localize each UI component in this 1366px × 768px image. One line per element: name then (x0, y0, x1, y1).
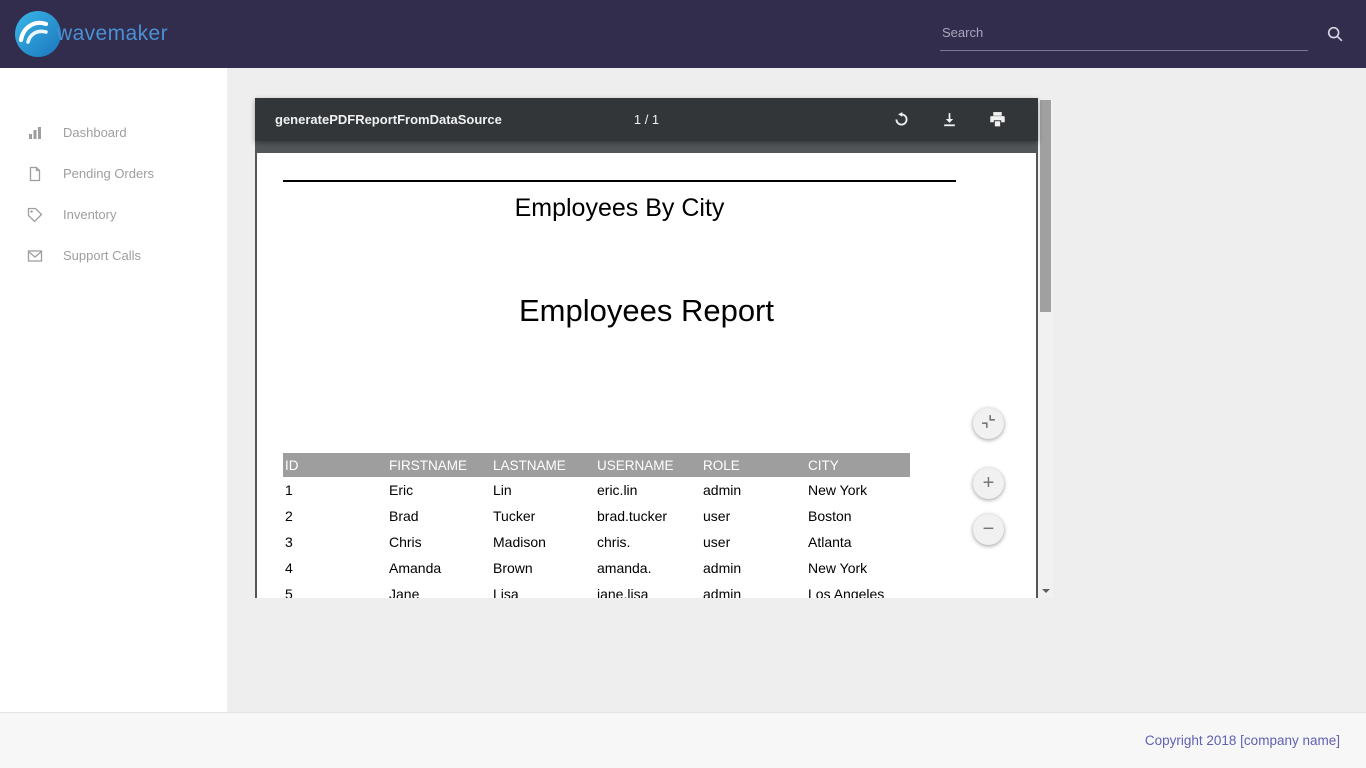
column-header: USERNAME (595, 453, 701, 477)
table-cell: user (701, 529, 806, 555)
table-cell: chris. (595, 529, 701, 555)
table-cell: user (701, 503, 806, 529)
table-cell: Eric (387, 477, 491, 503)
table-cell: admin (701, 555, 806, 581)
column-header: ID (283, 453, 387, 477)
brand: wavemaker (12, 8, 168, 60)
sidebar-item-pending-orders[interactable]: Pending Orders (0, 153, 227, 194)
document-report-title: Employees Report (257, 293, 1036, 329)
employees-table: ID FIRSTNAME LASTNAME USERNAME ROLE CITY… (283, 453, 910, 598)
column-header: FIRSTNAME (387, 453, 491, 477)
table-cell: admin (701, 477, 806, 503)
scroll-down-arrow-icon[interactable] (1038, 583, 1053, 598)
footer: Copyright 2018 [company name] (0, 712, 1366, 768)
tag-icon (27, 207, 43, 223)
table-cell: Brad (387, 503, 491, 529)
zoom-in-button[interactable]: + (973, 468, 1004, 499)
table-cell: 5 (283, 581, 387, 598)
table-cell: Jane (387, 581, 491, 598)
brand-name: wavemaker (57, 22, 168, 46)
table-cell: Tucker (491, 503, 595, 529)
table-cell: New York (806, 555, 910, 581)
table-cell: Chris (387, 529, 491, 555)
table-cell: 3 (283, 529, 387, 555)
table-cell: Los Angeles (806, 581, 910, 598)
topbar: wavemaker (0, 0, 1366, 68)
table-cell: New York (806, 477, 910, 503)
table-row: 5 Jane Lisa jane.lisa admin Los Angeles (283, 581, 910, 598)
pdf-page: Employees By City Employees Report ID FI… (257, 153, 1036, 598)
copyright-text: Copyright 2018 [company name] (1145, 733, 1340, 748)
bar-chart-icon (27, 125, 43, 141)
table-header-row: ID FIRSTNAME LASTNAME USERNAME ROLE CITY (283, 453, 910, 477)
pdf-viewer-frame: generatePDFReportFromDataSource 1 / 1 (255, 98, 1038, 598)
pdf-toolbar-actions (893, 111, 1018, 128)
search-area (940, 17, 1344, 51)
table-cell: 2 (283, 503, 387, 529)
table-cell: admin (701, 581, 806, 598)
pdf-document-title: generatePDFReportFromDataSource (275, 112, 502, 127)
table-row: 4 Amanda Brown amanda. admin New York (283, 555, 910, 581)
document-icon (27, 166, 43, 182)
column-header: ROLE (701, 453, 806, 477)
zoom-in-icon: + (983, 472, 995, 495)
pdf-toolbar: generatePDFReportFromDataSource 1 / 1 (255, 98, 1038, 141)
sidebar-item-label: Support Calls (63, 248, 141, 263)
main-content: generatePDFReportFromDataSource 1 / 1 (227, 68, 1366, 712)
table-cell: 4 (283, 555, 387, 581)
table-cell: Amanda (387, 555, 491, 581)
sidebar-item-dashboard[interactable]: Dashboard (0, 112, 227, 153)
rotate-icon[interactable] (893, 111, 910, 128)
pdf-viewer: generatePDFReportFromDataSource 1 / 1 (255, 98, 1053, 598)
search-input[interactable] (940, 17, 1308, 51)
document-rule (283, 180, 956, 182)
fit-to-page-button[interactable] (973, 408, 1004, 439)
table-cell: jane.lisa (595, 581, 701, 598)
pdf-scrollbar-track[interactable] (1038, 100, 1053, 598)
table-cell: 1 (283, 477, 387, 503)
table-row: 2 Brad Tucker brad.tucker user Boston (283, 503, 910, 529)
fit-to-page-icon (981, 414, 996, 434)
table-row: 3 Chris Madison chris. user Atlanta (283, 529, 910, 555)
sidebar-item-label: Dashboard (63, 125, 127, 140)
table-cell: Boston (806, 503, 910, 529)
envelope-icon (27, 248, 43, 264)
pdf-scrollbar-thumb[interactable] (1040, 100, 1051, 312)
table-cell: Madison (491, 529, 595, 555)
table-cell: Lin (491, 477, 595, 503)
sidebar: Dashboard Pending Orders Inventory Suppo… (0, 68, 227, 712)
zoom-out-icon: − (983, 518, 995, 541)
sidebar-item-label: Pending Orders (63, 166, 154, 181)
column-header: LASTNAME (491, 453, 595, 477)
sidebar-item-inventory[interactable]: Inventory (0, 194, 227, 235)
table-cell: Atlanta (806, 529, 910, 555)
table-cell: Brown (491, 555, 595, 581)
table-cell: brad.tucker (595, 503, 701, 529)
sidebar-item-label: Inventory (63, 207, 116, 222)
document-section-title: Employees By City (283, 194, 956, 223)
print-icon[interactable] (989, 111, 1006, 128)
zoom-out-button[interactable]: − (973, 514, 1004, 545)
download-icon[interactable] (941, 111, 958, 128)
sidebar-item-support-calls[interactable]: Support Calls (0, 235, 227, 276)
search-icon[interactable] (1326, 25, 1344, 51)
table-cell: eric.lin (595, 477, 701, 503)
table-cell: amanda. (595, 555, 701, 581)
table-cell: Lisa (491, 581, 595, 598)
table-row: 1 Eric Lin eric.lin admin New York (283, 477, 910, 503)
pdf-scroll-area: Employees By City Employees Report ID FI… (255, 141, 1038, 598)
column-header: CITY (806, 453, 910, 477)
pdf-page-indicator: 1 / 1 (634, 112, 659, 127)
